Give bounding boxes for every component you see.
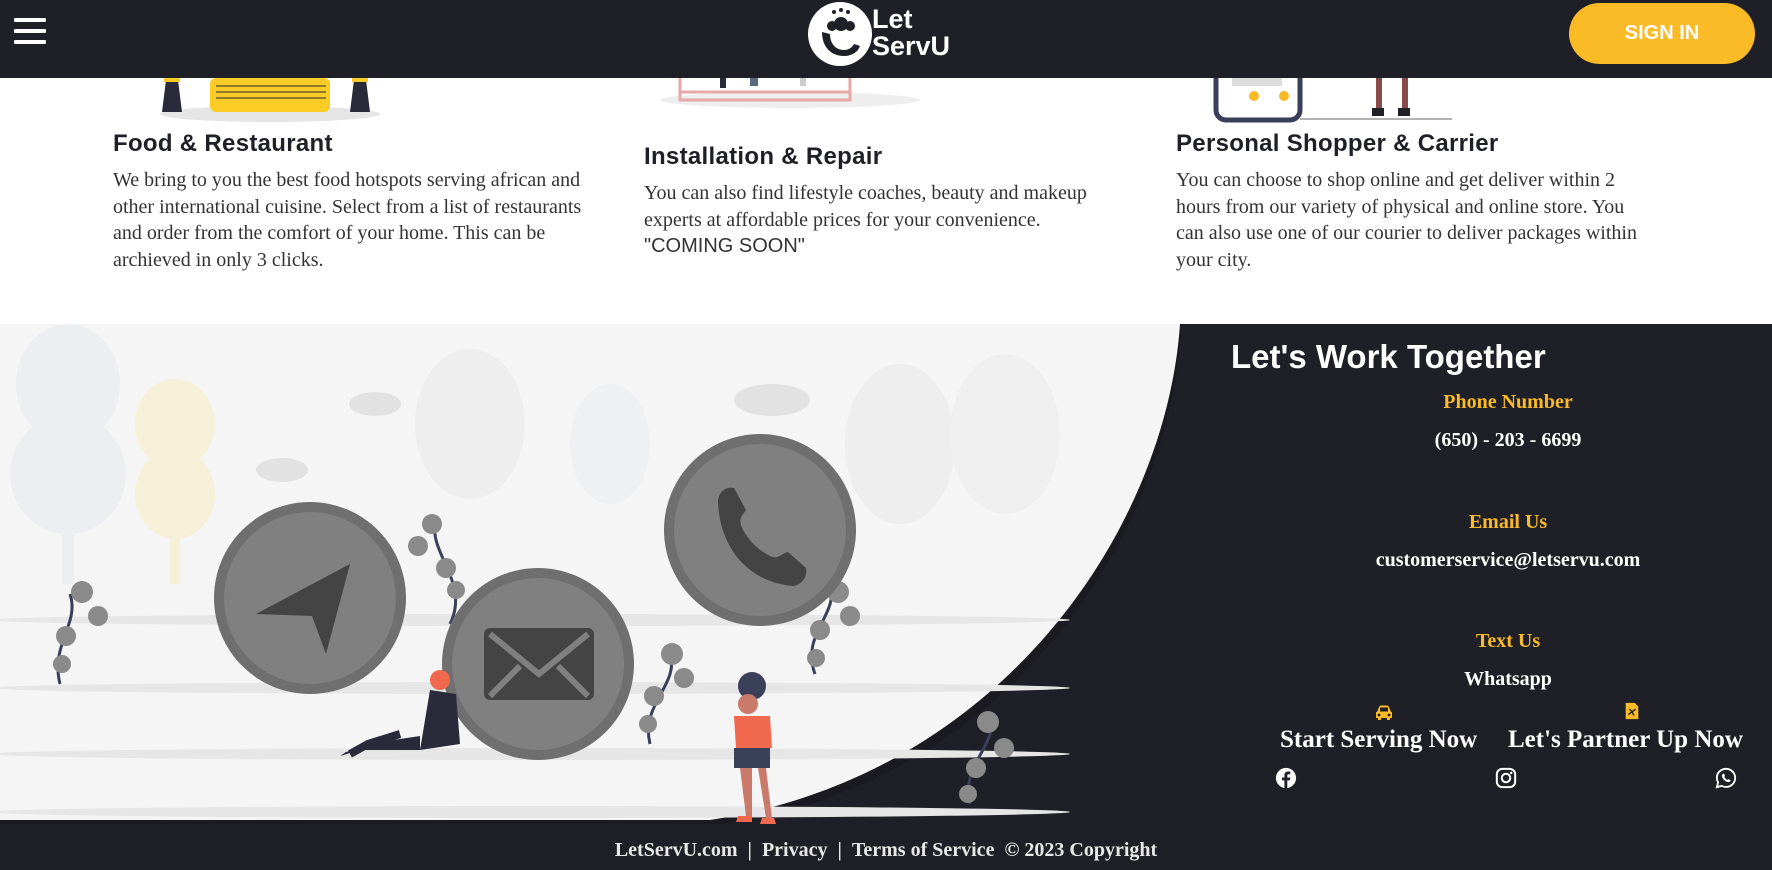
phone-label: Phone Number — [1443, 391, 1573, 413]
service-description: You can also find lifestyle coaches, bea… — [644, 180, 1124, 260]
hamburger-menu-icon[interactable] — [14, 18, 46, 48]
service-installation-repair: Installation & Repair You can also find … — [644, 143, 1124, 260]
text-label: Text Us — [1475, 630, 1541, 652]
whatsapp-icon[interactable] — [1715, 767, 1737, 789]
car-icon — [1376, 705, 1392, 720]
service-description: We bring to you the best food hotspots s… — [113, 169, 582, 271]
letservu-logo[interactable]: Let ServU — [808, 0, 968, 66]
email-label: Email Us — [1468, 511, 1548, 533]
phone-number-link[interactable]: (650) - 203 - 6699 — [1298, 429, 1718, 452]
footer-terms-link[interactable]: Terms of Service — [852, 839, 995, 861]
service-title: Personal Shopper & Carrier — [1176, 130, 1499, 157]
food-illustration — [160, 76, 380, 122]
instagram-icon[interactable] — [1495, 767, 1517, 789]
shopper-illustration — [1213, 72, 1452, 123]
facebook-icon[interactable] — [1275, 767, 1297, 789]
service-food-restaurant: Food & Restaurant We bring to you the be… — [113, 130, 603, 273]
document-icon — [1625, 702, 1639, 720]
service-description: You can choose to shop online and get de… — [1176, 169, 1637, 271]
footer-separator: | — [747, 839, 752, 861]
footer-privacy-link[interactable]: Privacy — [762, 839, 828, 861]
footer-separator: | — [837, 839, 842, 861]
coming-soon-note: "COMING SOON" — [644, 235, 805, 257]
logo-text-servu: ServU — [872, 31, 951, 61]
service-title: Installation & Repair — [644, 143, 883, 170]
partner-up-now-link[interactable]: Let's Partner Up Now — [1508, 726, 1743, 754]
top-navigation-bar: Let ServU SIGN IN — [0, 0, 1772, 78]
footer: LetServU.com | Privacy | Terms of Service © … — [0, 824, 1772, 870]
service-description-text: You can also find lifestyle coaches, bea… — [644, 182, 1087, 231]
contact-illustration — [0, 324, 1182, 824]
contact-title: Let's Work Together — [1231, 338, 1546, 375]
service-personal-shopper: Personal Shopper & Carrier You can choos… — [1176, 130, 1656, 273]
email-link[interactable]: customerservice@letservu.com — [1298, 549, 1718, 572]
service-title: Food & Restaurant — [113, 130, 333, 157]
contact-section: Let's Work Together Phone Number (650) -… — [0, 324, 1772, 824]
whatsapp-link[interactable]: Whatsapp — [1298, 668, 1718, 691]
logo-emblem — [808, 2, 872, 66]
start-serving-now-link[interactable]: Start Serving Now — [1280, 726, 1477, 754]
logo-text-let: Let — [872, 4, 913, 34]
footer-site-link[interactable]: LetServU.com — [615, 839, 738, 861]
footer-copyright: © 2023 Copyright — [1004, 839, 1158, 861]
logo-wordmark: Let ServU — [872, 6, 950, 60]
sign-in-button[interactable]: SIGN IN — [1569, 3, 1755, 64]
repair-illustration — [660, 72, 920, 108]
